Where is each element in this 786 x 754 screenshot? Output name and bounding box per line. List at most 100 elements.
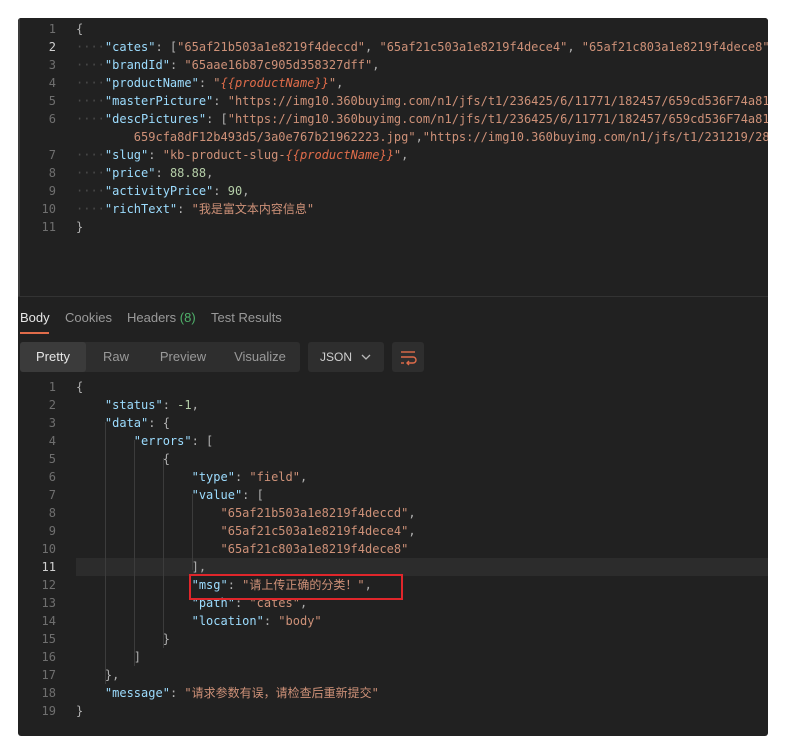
code-token: "price" [104,166,156,180]
preview-button[interactable]: Preview [146,342,220,372]
line-number: 9 [48,524,56,538]
code-token: "descPictures" [104,112,207,126]
line-number: 15 [41,632,56,646]
code-line: 19} [18,702,768,720]
wrap-lines-button[interactable] [392,342,424,372]
code-token: "https://img10.360buyimg.com/n1/jfs/t1/2… [227,112,768,126]
code-token: "65aae16b87c905d358327dff" [184,58,373,72]
code-token: " [213,76,221,90]
code-token: ···· [76,202,105,216]
code-token: "65af21b503a1e8219f4deccd" [220,506,409,520]
format-dropdown[interactable]: JSON [308,342,384,372]
code-text: ····"descPictures": ["https://img10.360b… [76,110,768,128]
line-number: 2 [48,398,56,412]
code-line: 6 "type": "field", [18,468,768,486]
line-number: 10 [41,202,56,216]
line-number: 4 [48,76,56,90]
tab-cookies[interactable]: Cookies [65,310,112,325]
pane-divider[interactable] [18,296,768,297]
code-text: { [76,20,83,38]
code-token: "status" [104,398,163,412]
format-dropdown-value: JSON [320,350,353,364]
code-text: ····"activityPrice": 90, [76,182,249,200]
line-number: 19 [41,704,56,718]
response-body-viewer[interactable]: 1{2 "status": -1, 3 "data": {4 "errors": … [18,376,768,736]
line-number: 5 [48,94,56,108]
code-token: : [169,58,185,72]
code-text: { [76,450,170,468]
code-text: 659cfa8dF12b493d5/3a0e767b21962223.jpg",… [76,128,768,146]
wrap-lines-icon [392,351,424,376]
code-token: : { [148,416,170,430]
code-line: 9 "65af21c503a1e8219f4dece4", [18,522,768,540]
tab-body[interactable]: Body [20,310,50,325]
line-number: 8 [48,166,56,180]
line-number: 12 [41,578,56,592]
indent-guide [192,494,193,570]
code-line: 14 "location": "body" [18,612,768,630]
tab-test-results[interactable]: Test Results [211,310,282,325]
code-line: 1{ [18,378,768,396]
code-token: : [234,470,250,484]
code-token: : [ [191,434,214,448]
code-token: 659cfa8dF12b493d5/3a0e767b21962223.jpg" [76,130,416,144]
code-token: : [177,202,192,216]
code-token: "https://img10.360buyimg.com/n1/jfs/t1/2… [227,94,768,108]
code-token: { [76,452,170,466]
code-token: "richText" [104,202,178,216]
code-token: "65af21c503a1e8219f4dece4" [220,524,409,538]
code-token: "请求参数有误，请检查后重新提交" [184,686,379,700]
code-token: "field" [249,470,300,484]
code-token: "65af21c803a1e8219f4dece8" [581,40,768,54]
line-number: 10 [41,542,56,556]
code-text: ····"masterPicture": "https://img10.360b… [76,92,768,110]
code-token: : [162,398,178,412]
request-body-editor[interactable]: 1{2 ····"cates": ["65af21b503a1e8219f4dec… [18,18,768,296]
code-token: "65af21b503a1e8219f4deccd" [177,40,366,54]
code-token: }, [76,668,120,682]
code-token: "https://img10.360buyimg.com/n1/jfs/t1/2… [422,130,768,144]
code-text: "status": -1, [76,396,199,414]
line-number: 3 [48,58,56,72]
raw-button[interactable]: Raw [86,342,146,372]
code-token: "kb-product-slug- [162,148,286,162]
code-line: 2 "status": -1, [18,396,768,414]
code-line: 11} [18,218,768,236]
response-tabs: Body Cookies Headers (8) Test Results [18,306,768,336]
indent-guide [134,440,135,666]
line-number: 13 [41,596,56,610]
code-text: "data": { [76,414,170,432]
code-token: } [76,632,170,646]
code-token: "cates" [104,40,156,54]
code-token: : [213,184,228,198]
tab-headers-label: Headers [127,310,177,325]
tab-headers[interactable]: Headers (8) [127,310,196,325]
code-text: ····"slug": "kb-product-slug-{{productNa… [76,146,408,164]
line-number: 7 [48,488,56,502]
code-text: ····"price": 88.88, [76,164,213,182]
line-number: 1 [48,22,56,36]
code-token: , [336,76,344,90]
code-text: "65af21c803a1e8219f4dece8" [76,540,409,558]
code-line: 7 ····"slug": "kb-product-slug-{{productN… [18,146,768,164]
code-token: "slug" [104,148,149,162]
code-token: "value" [191,488,243,502]
line-number: 6 [48,470,56,484]
editor-gutter-border [18,18,20,296]
code-token: : [ [206,112,228,126]
pretty-button[interactable]: Pretty [20,342,86,372]
line-number: 5 [48,452,56,466]
code-token: ···· [76,148,105,162]
code-token: { [76,22,84,36]
code-token: ···· [76,112,105,126]
visualize-button[interactable]: Visualize [220,342,300,372]
code-line: 659cfa8dF12b493d5/3a0e767b21962223.jpg",… [18,128,768,146]
line-number: 7 [48,148,56,162]
line-number: 17 [41,668,56,682]
line-number: 3 [48,416,56,430]
code-text: ····"brandId": "65aae16b87c905d358327dff… [76,56,379,74]
code-line: 3 "data": { [18,414,768,432]
code-token: "data" [104,416,149,430]
